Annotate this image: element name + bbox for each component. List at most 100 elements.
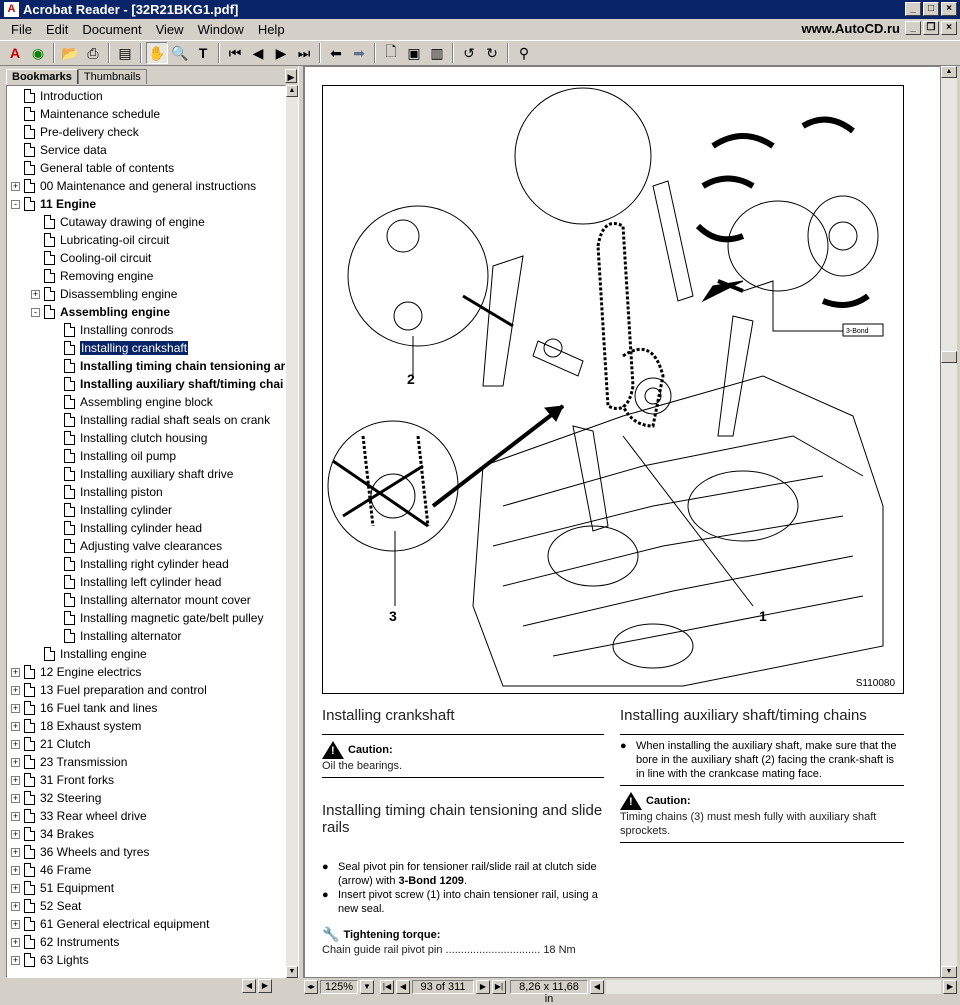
rotate-right-icon[interactable]: ↻ — [481, 42, 503, 64]
expand-icon[interactable]: + — [11, 181, 20, 191]
bookmark-item[interactable]: +33 Rear wheel drive — [11, 807, 147, 825]
bookmark-item[interactable]: +16 Fuel tank and lines — [11, 699, 157, 717]
print-icon[interactable]: ⎙ — [82, 42, 104, 64]
bookmark-item[interactable]: Assembling engine block — [51, 393, 213, 411]
bookmark-item[interactable]: - Assembling engine — [31, 303, 170, 321]
rotate-left-icon[interactable]: ↺ — [458, 42, 480, 64]
actual-size-icon[interactable]: 🗋 — [380, 42, 402, 64]
hscroll-left-icon[interactable]: ◀ — [590, 980, 604, 994]
bookmark-item[interactable]: General table of contents — [11, 159, 174, 177]
expand-icon[interactable]: + — [11, 829, 20, 839]
expand-icon[interactable]: + — [11, 685, 20, 695]
bookmark-item[interactable]: +34 Brakes — [11, 825, 94, 843]
expand-icon[interactable]: + — [11, 919, 20, 929]
bookmark-item[interactable]: +62 Instruments — [11, 933, 119, 951]
document-view[interactable]: 3-Bond 2 3 1 S110080 Installing cranksha… — [304, 66, 941, 978]
go-forward-icon[interactable]: ➡ — [348, 42, 370, 64]
expand-icon[interactable]: + — [11, 955, 20, 965]
zoom-field[interactable]: 125% — [320, 980, 358, 994]
previous-page-icon[interactable]: ◀ — [247, 42, 269, 64]
first-page-icon[interactable]: ⏮ — [224, 42, 246, 64]
expand-icon[interactable]: + — [11, 937, 20, 947]
bookmark-item[interactable]: Installing alternator mount cover — [51, 591, 251, 609]
fit-page-icon[interactable]: ▣ — [403, 42, 425, 64]
bookmark-item[interactable]: Installing radial shaft seals on crank — [51, 411, 270, 429]
collapse-icon[interactable]: - — [31, 307, 40, 317]
find-binoculars-icon[interactable]: ⚲ — [513, 42, 535, 64]
menu-help[interactable]: Help — [251, 22, 292, 37]
bookmark-item[interactable]: Cutaway drawing of engine — [31, 213, 205, 231]
bookmark-item[interactable]: Installing conrods — [51, 321, 173, 339]
bookmark-item[interactable]: Installing auxiliary shaft/timing chai — [51, 375, 283, 393]
bookmark-item[interactable]: Installing engine — [31, 645, 147, 663]
bookmark-item[interactable]: +52 Seat — [11, 897, 81, 915]
bookmark-item[interactable]: - 11 Engine — [11, 195, 96, 213]
bookmark-item[interactable]: Removing engine — [31, 267, 153, 285]
last-page-button[interactable]: ▶| — [492, 980, 506, 994]
doc-close-button[interactable]: × — [941, 21, 957, 35]
last-page-icon[interactable]: ⏭ — [293, 42, 315, 64]
bookmark-item[interactable]: +31 Front forks — [11, 771, 114, 789]
bookmark-item[interactable]: Service data — [11, 141, 107, 159]
tab-thumbnails[interactable]: Thumbnails — [77, 69, 147, 84]
bookmark-item[interactable]: +00 Maintenance and general instructions — [11, 177, 256, 195]
bookmark-item[interactable]: Cooling-oil circuit — [31, 249, 151, 267]
bookmark-item[interactable]: Installing piston — [51, 483, 163, 501]
expand-icon[interactable]: + — [11, 757, 20, 767]
bookmark-item[interactable]: +32 Steering — [11, 789, 101, 807]
zoom-tool-icon[interactable]: 🔍 — [169, 42, 191, 64]
bookmark-item[interactable]: +23 Transmission — [11, 753, 127, 771]
scroll-right-icon[interactable]: ▶ — [258, 979, 272, 993]
bookmark-item[interactable]: +36 Wheels and tyres — [11, 843, 149, 861]
bookmark-item[interactable]: +46 Frame — [11, 861, 91, 879]
bookmarks-scrollbar[interactable]: ▲ ▼ — [286, 85, 298, 978]
expand-icon[interactable]: + — [31, 289, 40, 299]
scroll-down-icon[interactable]: ▼ — [941, 966, 957, 978]
bookmark-item[interactable]: Installing right cylinder head — [51, 555, 229, 573]
bookmark-item[interactable]: Installing timing chain tensioning ar — [51, 357, 285, 375]
document-scrollbar[interactable]: ▲ ▼ — [941, 66, 957, 978]
expand-icon[interactable]: + — [11, 883, 20, 893]
bookmark-item[interactable]: Installing cylinder head — [51, 519, 202, 537]
hand-tool-icon[interactable]: ✋ — [146, 42, 168, 64]
expand-icon[interactable]: + — [11, 901, 20, 911]
maximize-button[interactable]: □ — [923, 2, 939, 16]
text-select-tool-icon[interactable]: T — [192, 42, 214, 64]
expand-icon[interactable]: + — [11, 847, 20, 857]
menu-view[interactable]: View — [149, 22, 191, 37]
bookmark-item[interactable]: Installing magnetic gate/belt pulley — [51, 609, 263, 627]
minimize-button[interactable]: _ — [905, 2, 921, 16]
bookmark-item[interactable]: Installing clutch housing — [51, 429, 207, 447]
bookmark-item[interactable]: + Disassembling engine — [31, 285, 177, 303]
expand-icon[interactable]: + — [11, 775, 20, 785]
bookmark-item[interactable]: Installing cylinder — [51, 501, 172, 519]
bookmark-item[interactable]: Pre-delivery check — [11, 123, 139, 141]
expand-icon[interactable]: + — [11, 703, 20, 713]
horizontal-scrollbar[interactable] — [606, 980, 941, 994]
tab-bookmarks[interactable]: Bookmarks — [6, 69, 78, 84]
show-navigation-pane-icon[interactable]: ▤ — [114, 42, 136, 64]
bookmark-item[interactable]: +63 Lights — [11, 951, 89, 969]
bookmark-item[interactable]: Installing alternator — [51, 627, 181, 645]
bookmark-item[interactable]: +51 Equipment — [11, 879, 114, 897]
expand-icon[interactable]: + — [11, 739, 20, 749]
page-indicator[interactable]: 93 of 311 — [412, 980, 474, 994]
bookmark-item[interactable]: Adjusting valve clearances — [51, 537, 222, 555]
next-page-icon[interactable]: ▶ — [270, 42, 292, 64]
fit-width-icon[interactable]: ▥ — [426, 42, 448, 64]
next-page-button[interactable]: ▶ — [476, 980, 490, 994]
menu-window[interactable]: Window — [191, 22, 251, 37]
bookmark-item[interactable]: +13 Fuel preparation and control — [11, 681, 207, 699]
bookmark-item[interactable]: Lubricating-oil circuit — [31, 231, 169, 249]
bookmark-item[interactable]: Maintenance schedule — [11, 105, 160, 123]
previous-page-button[interactable]: ◀ — [396, 980, 410, 994]
bookmark-item[interactable]: Installing crankshaft — [51, 339, 190, 357]
web-globe-icon[interactable]: ◉ — [27, 42, 49, 64]
go-back-icon[interactable]: ⬅ — [325, 42, 347, 64]
expand-icon[interactable]: + — [11, 721, 20, 731]
zoom-dropdown-icon[interactable]: ▼ — [360, 980, 374, 994]
scroll-left-icon[interactable]: ◀ — [242, 979, 256, 993]
expand-icon[interactable]: + — [11, 865, 20, 875]
expand-icon[interactable]: + — [11, 811, 20, 821]
expand-icon[interactable]: + — [11, 667, 20, 677]
